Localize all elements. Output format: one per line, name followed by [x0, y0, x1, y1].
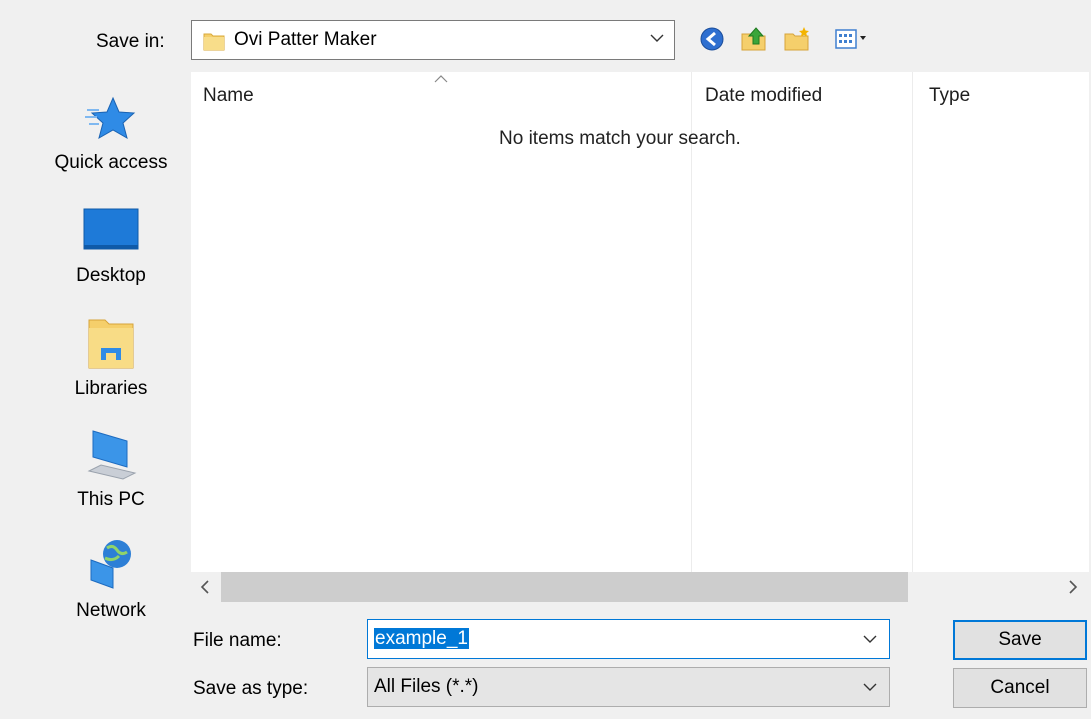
place-label: This PC — [77, 489, 145, 510]
column-header-name[interactable]: Name — [203, 85, 254, 107]
new-folder-icon[interactable] — [782, 24, 812, 54]
file-name-value: example_1 — [374, 628, 469, 649]
folder-icon — [203, 33, 225, 51]
place-this-pc[interactable]: This PC — [30, 427, 192, 511]
chevron-down-icon — [650, 34, 664, 42]
chevron-down-icon[interactable] — [863, 632, 877, 646]
cancel-button[interactable]: Cancel — [953, 668, 1087, 708]
empty-message: No items match your search. — [499, 128, 741, 149]
place-label: Desktop — [76, 265, 146, 286]
save-as-type-value: All Files (*.*) — [374, 676, 479, 697]
horizontal-scrollbar[interactable] — [191, 572, 1089, 602]
libraries-icon — [88, 319, 134, 369]
this-pc-icon — [87, 430, 137, 480]
place-network[interactable]: Network — [30, 538, 192, 622]
desktop-icon — [83, 208, 139, 250]
sort-ascending-icon — [434, 75, 448, 83]
file-name-input[interactable]: example_1 — [367, 619, 890, 659]
file-list[interactable] — [191, 72, 1089, 602]
save-as-type-dropdown[interactable]: All Files (*.*) — [367, 667, 890, 707]
place-label: Libraries — [74, 378, 148, 399]
location-dropdown[interactable]: Ovi Patter Maker — [191, 20, 675, 60]
view-menu-icon[interactable] — [833, 24, 873, 54]
up-folder-icon[interactable] — [739, 24, 769, 54]
column-header-type[interactable]: Type — [929, 85, 970, 107]
place-desktop[interactable]: Desktop — [30, 203, 192, 287]
quick-access-icon — [85, 96, 136, 140]
chevron-down-icon — [863, 683, 877, 691]
place-libraries[interactable]: Libraries — [30, 316, 192, 400]
column-divider — [912, 72, 913, 572]
scrollbar-thumb[interactable] — [221, 572, 908, 602]
network-icon — [90, 540, 131, 589]
place-label: Network — [76, 600, 146, 621]
save-as-type-label: Save as type: — [193, 678, 309, 699]
place-label: Quick access — [54, 152, 168, 173]
save-button[interactable]: Save — [953, 620, 1087, 660]
save-in-label: Save in: — [96, 31, 165, 52]
back-arrow-icon[interactable] — [697, 24, 727, 54]
place-quick-access[interactable]: Quick access — [30, 90, 192, 174]
scroll-left-icon[interactable] — [195, 577, 215, 597]
column-header-date-modified[interactable]: Date modified — [705, 85, 822, 107]
file-name-label: File name: — [193, 630, 282, 651]
location-value: Ovi Patter Maker — [234, 29, 377, 50]
scroll-right-icon[interactable] — [1063, 577, 1083, 597]
